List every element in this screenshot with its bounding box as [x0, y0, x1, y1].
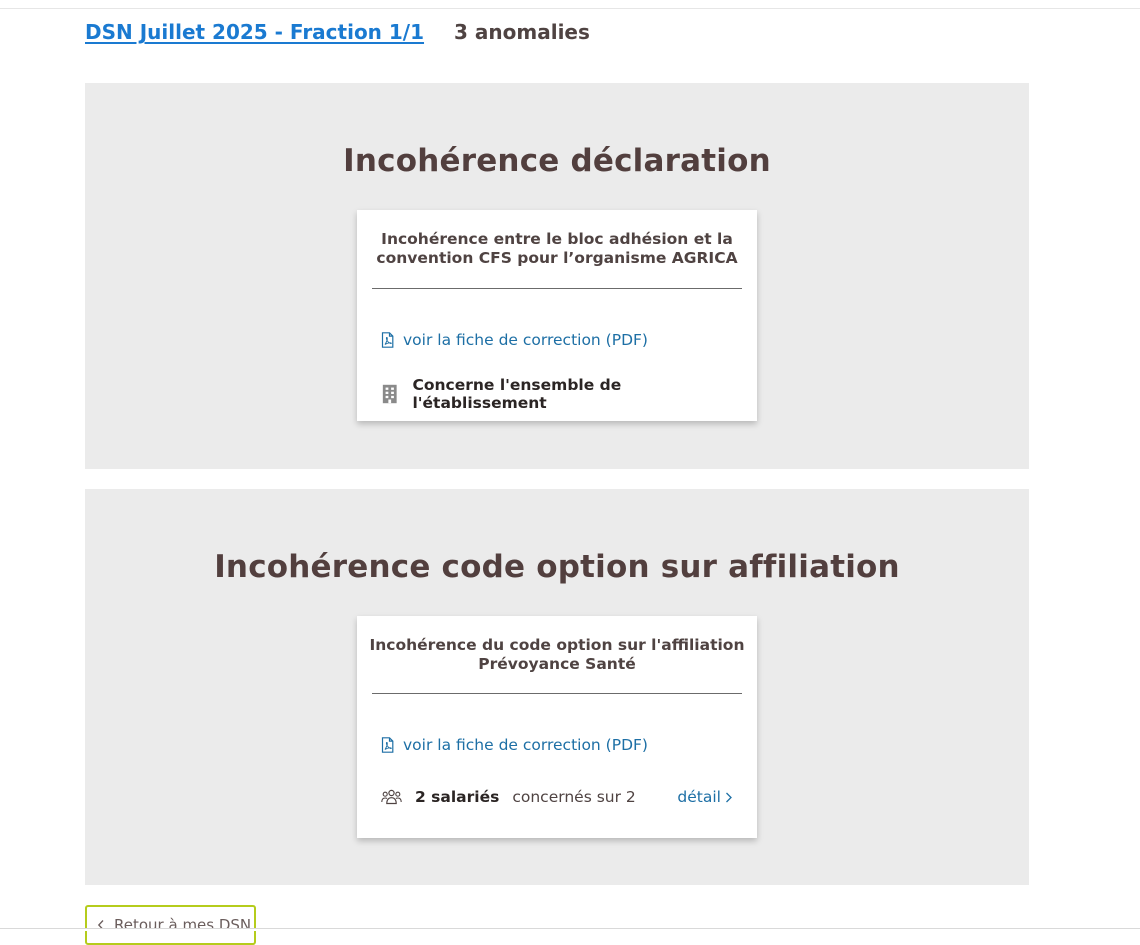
section-title: Incohérence déclaration: [343, 143, 771, 179]
scope-text: Concerne l'ensemble de l'établissement: [412, 376, 622, 412]
anomalies-count: 3 anomalies: [454, 20, 590, 44]
detail-label: détail: [677, 788, 721, 806]
anomaly-card: Incohérence du code option sur l'affilia…: [357, 616, 757, 838]
pdf-file-icon: [381, 737, 394, 753]
anomaly-section-affiliation: Incohérence code option sur affiliation …: [85, 489, 1029, 885]
pdf-link-label: voir la fiche de correction (PDF): [403, 331, 648, 349]
card-divider: [372, 288, 742, 289]
section-title: Incohérence code option sur affiliation: [214, 549, 900, 585]
card-divider: [372, 693, 742, 694]
card-title: Incohérence du code option sur l'affilia…: [369, 636, 745, 673]
building-icon: [382, 384, 397, 404]
employees-total: concernés sur 2: [512, 788, 636, 806]
anomaly-card: Incohérence entre le bloc adhésion et la…: [357, 210, 757, 421]
card-title: Incohérence entre le bloc adhésion et la…: [376, 230, 738, 267]
employees-count: 2 salariés: [415, 788, 500, 806]
top-divider: [0, 8, 1140, 9]
pdf-file-icon: [381, 332, 394, 348]
bottom-divider: [0, 928, 1140, 929]
detail-link[interactable]: détail: [677, 788, 733, 806]
pdf-correction-link[interactable]: voir la fiche de correction (PDF): [381, 331, 648, 349]
users-icon: [381, 789, 402, 805]
dsn-title-link[interactable]: DSN Juillet 2025 - Fraction 1/1: [85, 20, 430, 44]
pdf-link-label: voir la fiche de correction (PDF): [403, 736, 648, 754]
back-to-dsn-button[interactable]: Retour à mes DSN: [85, 905, 256, 945]
back-button-label: Retour à mes DSN: [114, 916, 252, 934]
employees-row: 2 salariés concernés sur 2 détail: [381, 788, 733, 806]
chevron-right-icon: [726, 792, 732, 802]
scope-row: Concerne l'ensemble de l'établissement: [381, 376, 733, 412]
pdf-correction-link[interactable]: voir la fiche de correction (PDF): [381, 736, 648, 754]
page-header: DSN Juillet 2025 - Fraction 1/1 3 anomal…: [85, 17, 590, 47]
anomaly-section-declaration: Incohérence déclaration Incohérence entr…: [85, 83, 1029, 469]
